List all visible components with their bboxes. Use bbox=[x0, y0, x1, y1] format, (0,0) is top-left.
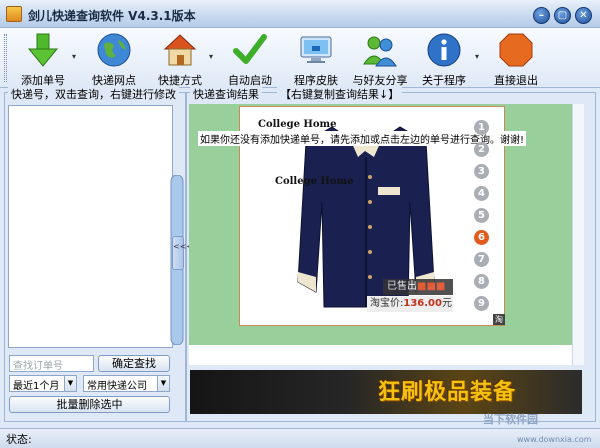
toolbar-grip[interactable] bbox=[4, 34, 7, 82]
shortcut-dropdown[interactable]: ▾ bbox=[209, 52, 213, 61]
users-icon bbox=[363, 36, 397, 67]
time-filter-value: 最近1个月 bbox=[13, 381, 60, 392]
title-bar: 剑儿快递查询软件 V4.3.1版本 – ▢ ✕ bbox=[0, 0, 600, 28]
app-icon bbox=[6, 6, 22, 22]
about-dropdown[interactable]: ▾ bbox=[475, 52, 479, 61]
ad-page-4[interactable]: 4 bbox=[474, 186, 489, 201]
sold-count-badge: 已售出■■■件 bbox=[383, 279, 453, 308]
share-with-friends-button[interactable]: 与好友分享 bbox=[350, 32, 410, 87]
ad-banner-text: 狂刷极品装备 bbox=[378, 380, 517, 405]
window-title: 剑儿快递查询软件 V4.3.1版本 bbox=[28, 9, 196, 23]
exact-search-button[interactable]: 确定查找 bbox=[98, 355, 170, 372]
program-skin-button[interactable]: 程序皮肤 bbox=[290, 32, 342, 87]
chevron-down-icon: ▼ bbox=[64, 376, 76, 391]
tracking-number-list[interactable] bbox=[8, 105, 173, 348]
tracking-list-title: 快递号，双击查询，右键进行修改 bbox=[8, 86, 179, 102]
sold-label: 已售出 bbox=[387, 281, 417, 292]
query-result-title: 快递查询结果 bbox=[190, 86, 262, 102]
taobao-badge: 淘 bbox=[493, 314, 505, 325]
batch-delete-button[interactable]: 批量删除选中 bbox=[9, 396, 170, 413]
chevron-down-icon: ▼ bbox=[157, 376, 169, 391]
time-filter-select[interactable]: 最近1个月 ▼ bbox=[9, 375, 77, 392]
watermark-text: 当下软件园 bbox=[483, 413, 538, 426]
result-scrollbar[interactable] bbox=[572, 104, 584, 365]
company-filter-value: 常用快递公司 bbox=[87, 381, 147, 392]
watermark-url: www.downxia.com bbox=[517, 435, 592, 444]
add-tracking-dropdown[interactable]: ▾ bbox=[72, 52, 76, 61]
company-filter-select[interactable]: 常用快递公司 ▼ bbox=[83, 375, 170, 392]
express-outlets-button[interactable]: 快递网点 bbox=[88, 32, 140, 87]
ad-page-5[interactable]: 5 bbox=[474, 208, 489, 223]
collapse-panel-button[interactable]: <<< bbox=[172, 236, 193, 270]
price-label: 淘宝价: bbox=[370, 298, 404, 309]
close-button[interactable]: ✕ bbox=[575, 7, 592, 24]
result-blank-area bbox=[189, 345, 572, 365]
ad-page-6[interactable]: 6 bbox=[474, 230, 489, 245]
shortcut-button[interactable]: 快捷方式 bbox=[155, 32, 205, 87]
exit-button[interactable]: 直接退出 bbox=[488, 32, 544, 87]
monitor-icon bbox=[300, 36, 332, 63]
copy-hint: 【右键复制查询结果↓】 bbox=[277, 86, 403, 102]
ad-page-1[interactable]: 1 bbox=[474, 120, 489, 135]
toolbar: 添加单号 ▾ 快递网点 快捷方式 ▾ 自动启动 程序皮肤 与好友分享 关于程序 … bbox=[0, 28, 600, 88]
minimize-button[interactable]: – bbox=[533, 7, 550, 24]
status-label: 状态: bbox=[6, 433, 32, 446]
auto-start-button[interactable]: 自动启动 bbox=[224, 32, 276, 87]
ad-page-7[interactable]: 7 bbox=[474, 252, 489, 267]
house-icon bbox=[163, 34, 197, 66]
down-arrow-icon bbox=[27, 33, 59, 67]
exit-label: 直接退出 bbox=[494, 74, 538, 87]
ad-brand-label: College Home bbox=[258, 119, 337, 130]
maximize-button[interactable]: ▢ bbox=[554, 7, 571, 24]
globe-icon bbox=[97, 33, 131, 67]
about-program-label: 关于程序 bbox=[422, 74, 466, 87]
price-value: 136.00 bbox=[403, 298, 442, 309]
about-program-button[interactable]: 关于程序 bbox=[418, 32, 470, 87]
ad-page-3[interactable]: 3 bbox=[474, 164, 489, 179]
price-unit: 元 bbox=[441, 298, 452, 309]
ad-brand-logo: College Home bbox=[275, 176, 354, 187]
status-bar bbox=[0, 428, 600, 448]
checkmark-icon bbox=[233, 34, 267, 64]
price-badge: 淘宝价:136.00元 bbox=[367, 296, 453, 312]
ad-page-8[interactable]: 8 bbox=[474, 274, 489, 289]
search-input[interactable]: 查找订单号 bbox=[9, 355, 94, 372]
ad-page-9[interactable]: 9 bbox=[474, 296, 489, 311]
stop-sign-icon bbox=[499, 33, 533, 67]
ad-page-2[interactable]: 2 bbox=[474, 142, 489, 157]
add-tracking-button[interactable]: 添加单号 bbox=[18, 32, 68, 87]
info-icon bbox=[427, 33, 461, 67]
